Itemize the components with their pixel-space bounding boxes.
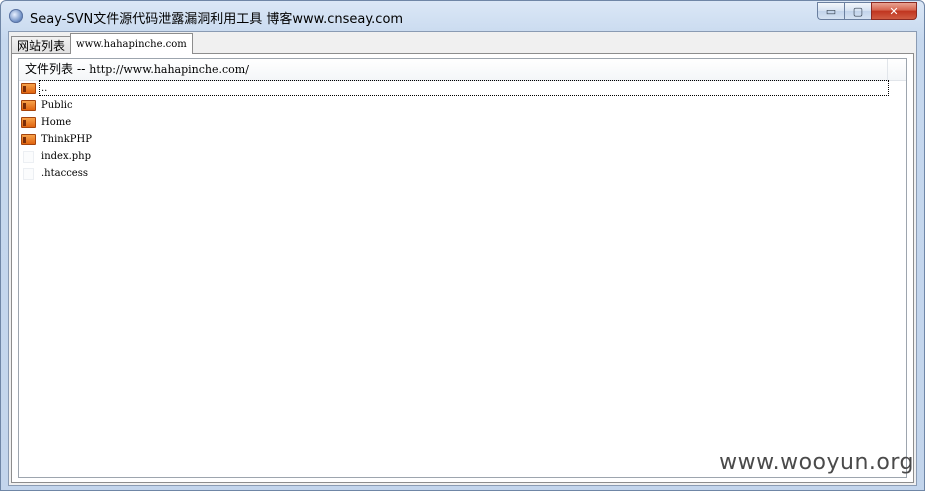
- file-list[interactable]: 文件列表 -- http://www.hahapinche.com/ .. Pu…: [18, 58, 907, 478]
- list-item-label: ThinkPHP: [41, 134, 92, 145]
- maximize-icon: ▢: [852, 5, 864, 18]
- list-item-thinkphp[interactable]: ThinkPHP: [19, 131, 906, 148]
- column-header-file-list[interactable]: 文件列表 -- http://www.hahapinche.com/: [19, 59, 888, 80]
- column-header-label: 文件列表 --: [25, 62, 90, 76]
- column-header-path: http://www.hahapinche.com/: [89, 63, 249, 76]
- close-icon: ✕: [889, 5, 899, 18]
- maximize-button[interactable]: ▢: [844, 2, 871, 20]
- folder-icon: [21, 134, 36, 145]
- list-item-label: .htaccess: [41, 168, 88, 179]
- folder-icon: [21, 83, 36, 94]
- list-item-label: index.php: [41, 151, 92, 162]
- minimize-button[interactable]: ▭: [817, 2, 844, 20]
- close-button[interactable]: ✕: [871, 2, 917, 20]
- list-item-htaccess[interactable]: .htaccess: [19, 165, 906, 182]
- tab-site-list[interactable]: 网站列表: [11, 36, 72, 54]
- tab-panel: 文件列表 -- http://www.hahapinche.com/ .. Pu…: [11, 53, 914, 483]
- app-logo-icon: [9, 9, 23, 23]
- file-icon: [23, 167, 34, 180]
- minimize-icon: ▭: [825, 5, 837, 18]
- tab-bar: 网站列表 www.hahapinche.com: [11, 33, 193, 54]
- list-header: 文件列表 -- http://www.hahapinche.com/: [19, 59, 906, 81]
- app-window: Seay-SVN文件源代码泄露漏洞利用工具 博客www.cnseay.com ▭…: [0, 0, 925, 491]
- list-item-parent-dir[interactable]: ..: [19, 80, 906, 97]
- folder-icon: [21, 117, 36, 128]
- window-title: Seay-SVN文件源代码泄露漏洞利用工具 博客www.cnseay.com: [30, 12, 404, 27]
- folder-icon: [21, 100, 36, 111]
- main-area: 网站列表 www.hahapinche.com 文件列表 -- http://w…: [8, 31, 917, 486]
- file-icon: [23, 150, 34, 163]
- column-header-filler: [888, 59, 906, 80]
- window-controls: ▭ ▢ ✕: [817, 2, 917, 20]
- list-item-public[interactable]: Public: [19, 97, 906, 114]
- title-bar[interactable]: Seay-SVN文件源代码泄露漏洞利用工具 博客www.cnseay.com ▭…: [1, 1, 924, 31]
- watermark: www.wooyun.org: [719, 450, 914, 475]
- tab-hahapinche[interactable]: www.hahapinche.com: [70, 33, 193, 54]
- list-item-home[interactable]: Home: [19, 114, 906, 131]
- list-item-label: ..: [41, 83, 48, 94]
- list-item-index-php[interactable]: index.php: [19, 148, 906, 165]
- list-item-label: Home: [41, 117, 72, 128]
- list-item-label: Public: [41, 100, 73, 111]
- file-rows: .. Public Home ThinkPHP index.php .htacc…: [19, 80, 906, 182]
